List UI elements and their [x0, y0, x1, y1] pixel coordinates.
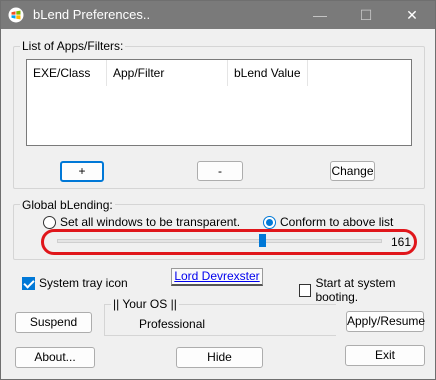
- window-title: bLend Preferences..: [33, 7, 151, 22]
- column-header-app-filter[interactable]: App/Filter: [107, 60, 228, 86]
- column-header-exe-class[interactable]: EXE/Class: [27, 60, 107, 86]
- windows-logo-icon: [8, 7, 24, 23]
- radio-all-transparent-indicator: [43, 215, 56, 229]
- change-button[interactable]: Change: [330, 161, 375, 181]
- title-bar[interactable]: bLend Preferences.. — ☐ ✕: [1, 1, 435, 29]
- apply-resume-button[interactable]: Apply/Resume: [346, 311, 425, 332]
- system-tray-checkbox-box: [22, 276, 35, 290]
- system-tray-checkbox[interactable]: System tray icon: [22, 276, 128, 290]
- remove-button[interactable]: -: [197, 161, 243, 181]
- add-button[interactable]: +: [60, 161, 104, 182]
- os-value: Professional: [139, 317, 206, 331]
- radio-conform-list-label: Conform to above list: [280, 215, 394, 229]
- system-tray-label: System tray icon: [39, 276, 128, 290]
- os-group-label: || Your OS ||: [111, 297, 179, 311]
- exit-button[interactable]: Exit: [345, 345, 425, 366]
- preferences-window: bLend Preferences.. — ☐ ✕ List of Apps/F…: [0, 0, 436, 380]
- author-link[interactable]: Lord Devrexster: [171, 268, 263, 286]
- radio-conform-list[interactable]: Conform to above list: [263, 215, 393, 229]
- close-button[interactable]: ✕: [389, 1, 435, 29]
- radio-all-transparent-label: Set all windows to be transparent.: [60, 215, 241, 229]
- radio-conform-list-indicator: [263, 215, 276, 229]
- apps-filters-list[interactable]: EXE/Class App/Filter bLend Value: [26, 59, 412, 146]
- close-icon: ✕: [406, 6, 418, 23]
- startup-checkbox-box: [299, 283, 312, 297]
- minimize-button[interactable]: —: [297, 1, 343, 29]
- list-header: EXE/Class App/Filter bLend Value: [27, 60, 411, 86]
- hide-button[interactable]: Hide: [176, 347, 263, 368]
- blend-slider-value: 161: [390, 235, 411, 249]
- maximize-icon: ☐: [359, 6, 373, 23]
- startup-checkbox[interactable]: Start at system booting.: [299, 276, 435, 304]
- blend-slider-thumb[interactable]: [258, 234, 266, 247]
- blend-slider-track[interactable]: [57, 239, 382, 243]
- startup-label: Start at system booting.: [315, 276, 396, 304]
- maximize-button[interactable]: ☐: [343, 1, 389, 29]
- global-blending-group-label: Global bLending:: [20, 198, 115, 212]
- radio-all-transparent[interactable]: Set all windows to be transparent.: [43, 215, 240, 229]
- about-button[interactable]: About...: [15, 347, 95, 368]
- column-header-blend-value[interactable]: bLend Value: [228, 60, 308, 86]
- minimize-icon: —: [313, 7, 327, 23]
- apps-filters-group-label: List of Apps/Filters:: [20, 39, 126, 53]
- suspend-button[interactable]: Suspend: [15, 312, 92, 333]
